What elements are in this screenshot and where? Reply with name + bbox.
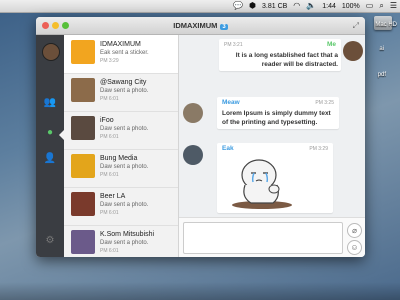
conversation-time: PM 6:01 (100, 96, 119, 102)
conversation-preview: Daw sent a photo. (100, 202, 149, 208)
message-time: PM 3:29 (309, 146, 328, 152)
conversation-preview: Daw sent a photo. (100, 240, 149, 246)
conversation-item[interactable]: @Sawang City Daw sent a photo. PM 6:01 (64, 73, 178, 112)
conversation-item[interactable]: Bung Media Daw sent a photo. PM 6:01 (64, 149, 178, 188)
message-bubble: Meaw PM 3:25 Lorem Ipsum is simply dummy… (217, 97, 339, 129)
conversation-avatar (71, 154, 95, 178)
dock-area (0, 282, 400, 300)
conversation-item[interactable]: K.Som Mitsubishi Daw sent a photo. PM 6:… (64, 225, 178, 257)
volume-icon[interactable]: 🔈 (306, 2, 316, 10)
conversation-time: PM 6:01 (100, 248, 119, 254)
settings-gear-icon[interactable]: ⚙ (43, 235, 57, 247)
crying-sticker-icon[interactable] (227, 155, 297, 211)
menu-bar: 💬 ⬢ 3.81 CB ◠ 🔈 1:44 100% ▭ ⌕ ☰ (0, 0, 400, 13)
message-text: It is a long established fact that a rea… (235, 52, 338, 68)
message-input[interactable] (183, 222, 343, 254)
conversation-name: @Sawang City (100, 79, 147, 86)
desktop-label-pdf: pdf (377, 72, 386, 78)
battery-percent[interactable]: 100% (342, 3, 360, 10)
conversation-avatar (71, 230, 95, 254)
message-sender: Me (326, 41, 336, 48)
compose-area: ⌀ ☺ (179, 217, 365, 257)
conversation-time: PM 6:01 (100, 210, 119, 216)
message-text: Lorem Ipsum is simply dummy text of the … (222, 110, 331, 126)
conversation-name: K.Som Mitsubishi (100, 231, 155, 238)
add-contact-icon[interactable]: 👤 (43, 153, 57, 165)
conversation-preview: Daw sent a photo. (100, 164, 149, 170)
conversation-name: Bung Media (100, 155, 138, 162)
unread-badge: 3 (220, 24, 228, 30)
profile-avatar[interactable] (42, 43, 60, 61)
sender-avatar[interactable] (183, 103, 203, 123)
storage-status[interactable]: 3.81 CB (262, 3, 287, 10)
conversation-name: iFoo (100, 117, 114, 124)
conversation-avatar (71, 116, 95, 140)
conversation-name: Beer LA (100, 193, 126, 200)
sender-avatar[interactable] (183, 145, 203, 165)
conversation-preview: Daw sent a photo. (100, 126, 149, 132)
clock[interactable]: 1:44 (322, 3, 336, 10)
search-icon[interactable]: ⌕ (379, 2, 383, 10)
contacts-icon[interactable]: 👥 (43, 97, 57, 109)
message-time: PM 3:25 (315, 100, 334, 106)
attach-icon[interactable]: ⌀ (347, 223, 362, 238)
chats-icon[interactable]: ● (43, 127, 57, 139)
list-icon[interactable]: ☰ (390, 2, 397, 10)
message-time: PM 3:21 (224, 42, 243, 48)
message-sender: Eak (222, 145, 234, 152)
expand-icon[interactable]: ⤢ (353, 21, 359, 31)
conversation-item[interactable]: IDMAXIMUM Eak sent a sticker. PM 3:29 (64, 35, 178, 74)
conversation-name: IDMAXIMUM (100, 41, 141, 48)
chat-icon[interactable]: 💬 (233, 2, 243, 10)
message-bubble-me: PM 3:21 Me It is a long established fact… (219, 39, 341, 71)
conversation-item[interactable]: Beer LA Daw sent a photo. PM 6:01 (64, 187, 178, 226)
wifi-icon[interactable]: ◠ (293, 2, 300, 10)
conversation-time: PM 3:29 (100, 58, 119, 64)
chat-window: IDMAXIMUM 3 ⤢ 👥 ● 👤 ⚙ IDMAXIMUM Eak sent … (36, 17, 365, 257)
dropbox-icon[interactable]: ⬢ (249, 2, 256, 10)
conversation-avatar (71, 78, 95, 102)
sticker-bubble: Eak PM 3:29 (217, 143, 333, 213)
chat-area: PM 3:21 Me It is a long established fact… (179, 35, 365, 217)
conversation-time: PM 6:01 (100, 134, 119, 140)
emoji-icon[interactable]: ☺ (347, 240, 362, 255)
window-title-text: IDMAXIMUM (173, 21, 218, 30)
title-bar[interactable]: IDMAXIMUM 3 ⤢ (36, 17, 365, 35)
conversation-avatar (71, 192, 95, 216)
my-avatar[interactable] (343, 41, 363, 61)
desktop-label-ai: ai (379, 46, 384, 52)
conversation-list: IDMAXIMUM Eak sent a sticker. PM 3:29 @S… (64, 35, 179, 257)
conversation-item[interactable]: iFoo Daw sent a photo. PM 6:01 (64, 111, 178, 150)
message-sender: Meaw (222, 99, 240, 106)
battery-icon[interactable]: ▭ (366, 2, 374, 10)
conversation-avatar (71, 40, 95, 64)
window-title: IDMAXIMUM 3 (36, 21, 365, 30)
conversation-preview: Daw sent a photo. (100, 88, 149, 94)
conversation-time: PM 6:01 (100, 172, 119, 178)
conversation-preview: Eak sent a sticker. (100, 50, 149, 56)
desktop-label-hd: Mac HD (375, 22, 397, 28)
sidebar: 👥 ● 👤 ⚙ (36, 35, 64, 257)
